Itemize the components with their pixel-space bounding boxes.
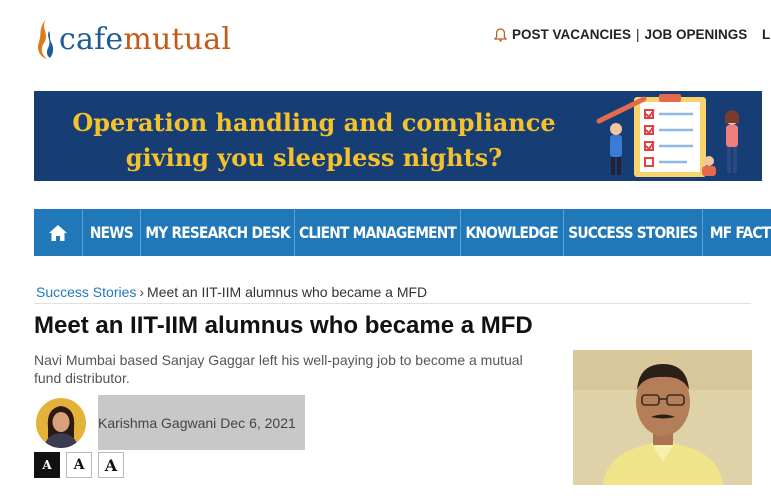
logo-word-mutual: mutual xyxy=(123,21,232,57)
nav-my-research-desk-label: MY RESEARCH DESK xyxy=(145,223,290,242)
banner-headline-line1: Operation handling and compliance xyxy=(72,108,556,137)
bell-icon xyxy=(494,27,507,42)
article-photo xyxy=(573,350,752,485)
nav-home[interactable] xyxy=(34,209,83,256)
ad-banner[interactable]: Operation handling and compliance giving… xyxy=(34,91,762,181)
breadcrumb-section-link[interactable]: Success Stories xyxy=(36,284,136,300)
nav-knowledge-label: KNOWLEDGE xyxy=(465,223,559,242)
nav-success-stories-label: SUCCESS STORIES xyxy=(568,223,698,242)
nav-news-label: NEWS xyxy=(89,223,134,242)
job-openings-link[interactable]: JOB OPENINGS xyxy=(645,27,748,42)
publish-date: Dec 6, 2021 xyxy=(220,414,296,431)
font-size-small-button[interactable]: A xyxy=(34,452,60,478)
breadcrumb: Success Stories › Meet an IIT-IIM alumnus … xyxy=(36,284,427,300)
font-size-large-button[interactable]: A xyxy=(98,452,124,478)
post-vacancies-link[interactable]: POST VACANCIES xyxy=(512,27,631,42)
byline: Karishma Gagwani Dec 6, 2021 xyxy=(98,395,305,450)
logo-word-cafe: cafe xyxy=(59,21,124,57)
article-title: Meet an IIT-IIM alumnus who became a MFD xyxy=(34,312,533,339)
nav-mf-facts[interactable]: MF FACTS xyxy=(703,209,771,256)
font-size-medium-button[interactable]: A xyxy=(66,452,92,478)
font-size-controls: A A A xyxy=(34,452,130,478)
nav-knowledge[interactable]: KNOWLEDGE xyxy=(461,209,564,256)
main-nav: NEWS MY RESEARCH DESK CLIENT MANAGEMENT … xyxy=(34,209,771,256)
flame-icon xyxy=(37,19,54,59)
nav-success-stories[interactable]: SUCCESS STORIES xyxy=(564,209,703,256)
nav-my-research-desk[interactable]: MY RESEARCH DESK xyxy=(141,209,295,256)
checklist-illustration xyxy=(596,94,739,177)
author-name[interactable]: Karishma Gagwani xyxy=(98,415,216,431)
top-links-separator: | xyxy=(636,27,640,42)
site-logo[interactable]: cafemutual xyxy=(34,14,231,64)
breadcrumb-current: Meet an IIT-IIM alumnus who became a MFD xyxy=(147,284,428,300)
top-links: POST VACANCIES | JOB OPENINGS xyxy=(494,27,747,42)
nav-mf-facts-label: MF FACTS xyxy=(709,223,771,242)
truncated-top-link[interactable]: L xyxy=(762,27,770,42)
nav-news[interactable]: NEWS xyxy=(83,209,141,256)
author-avatar[interactable] xyxy=(36,398,86,448)
breadcrumb-divider xyxy=(34,303,751,304)
nav-client-management-label: CLIENT MANAGEMENT xyxy=(298,223,457,242)
article-standfirst: Navi Mumbai based Sanjay Gaggar left his… xyxy=(34,352,523,386)
nav-client-management[interactable]: CLIENT MANAGEMENT xyxy=(295,209,461,256)
home-icon xyxy=(49,224,67,241)
breadcrumb-separator: › xyxy=(139,284,145,300)
banner-headline-line2: giving you sleepless nights? xyxy=(125,143,503,172)
